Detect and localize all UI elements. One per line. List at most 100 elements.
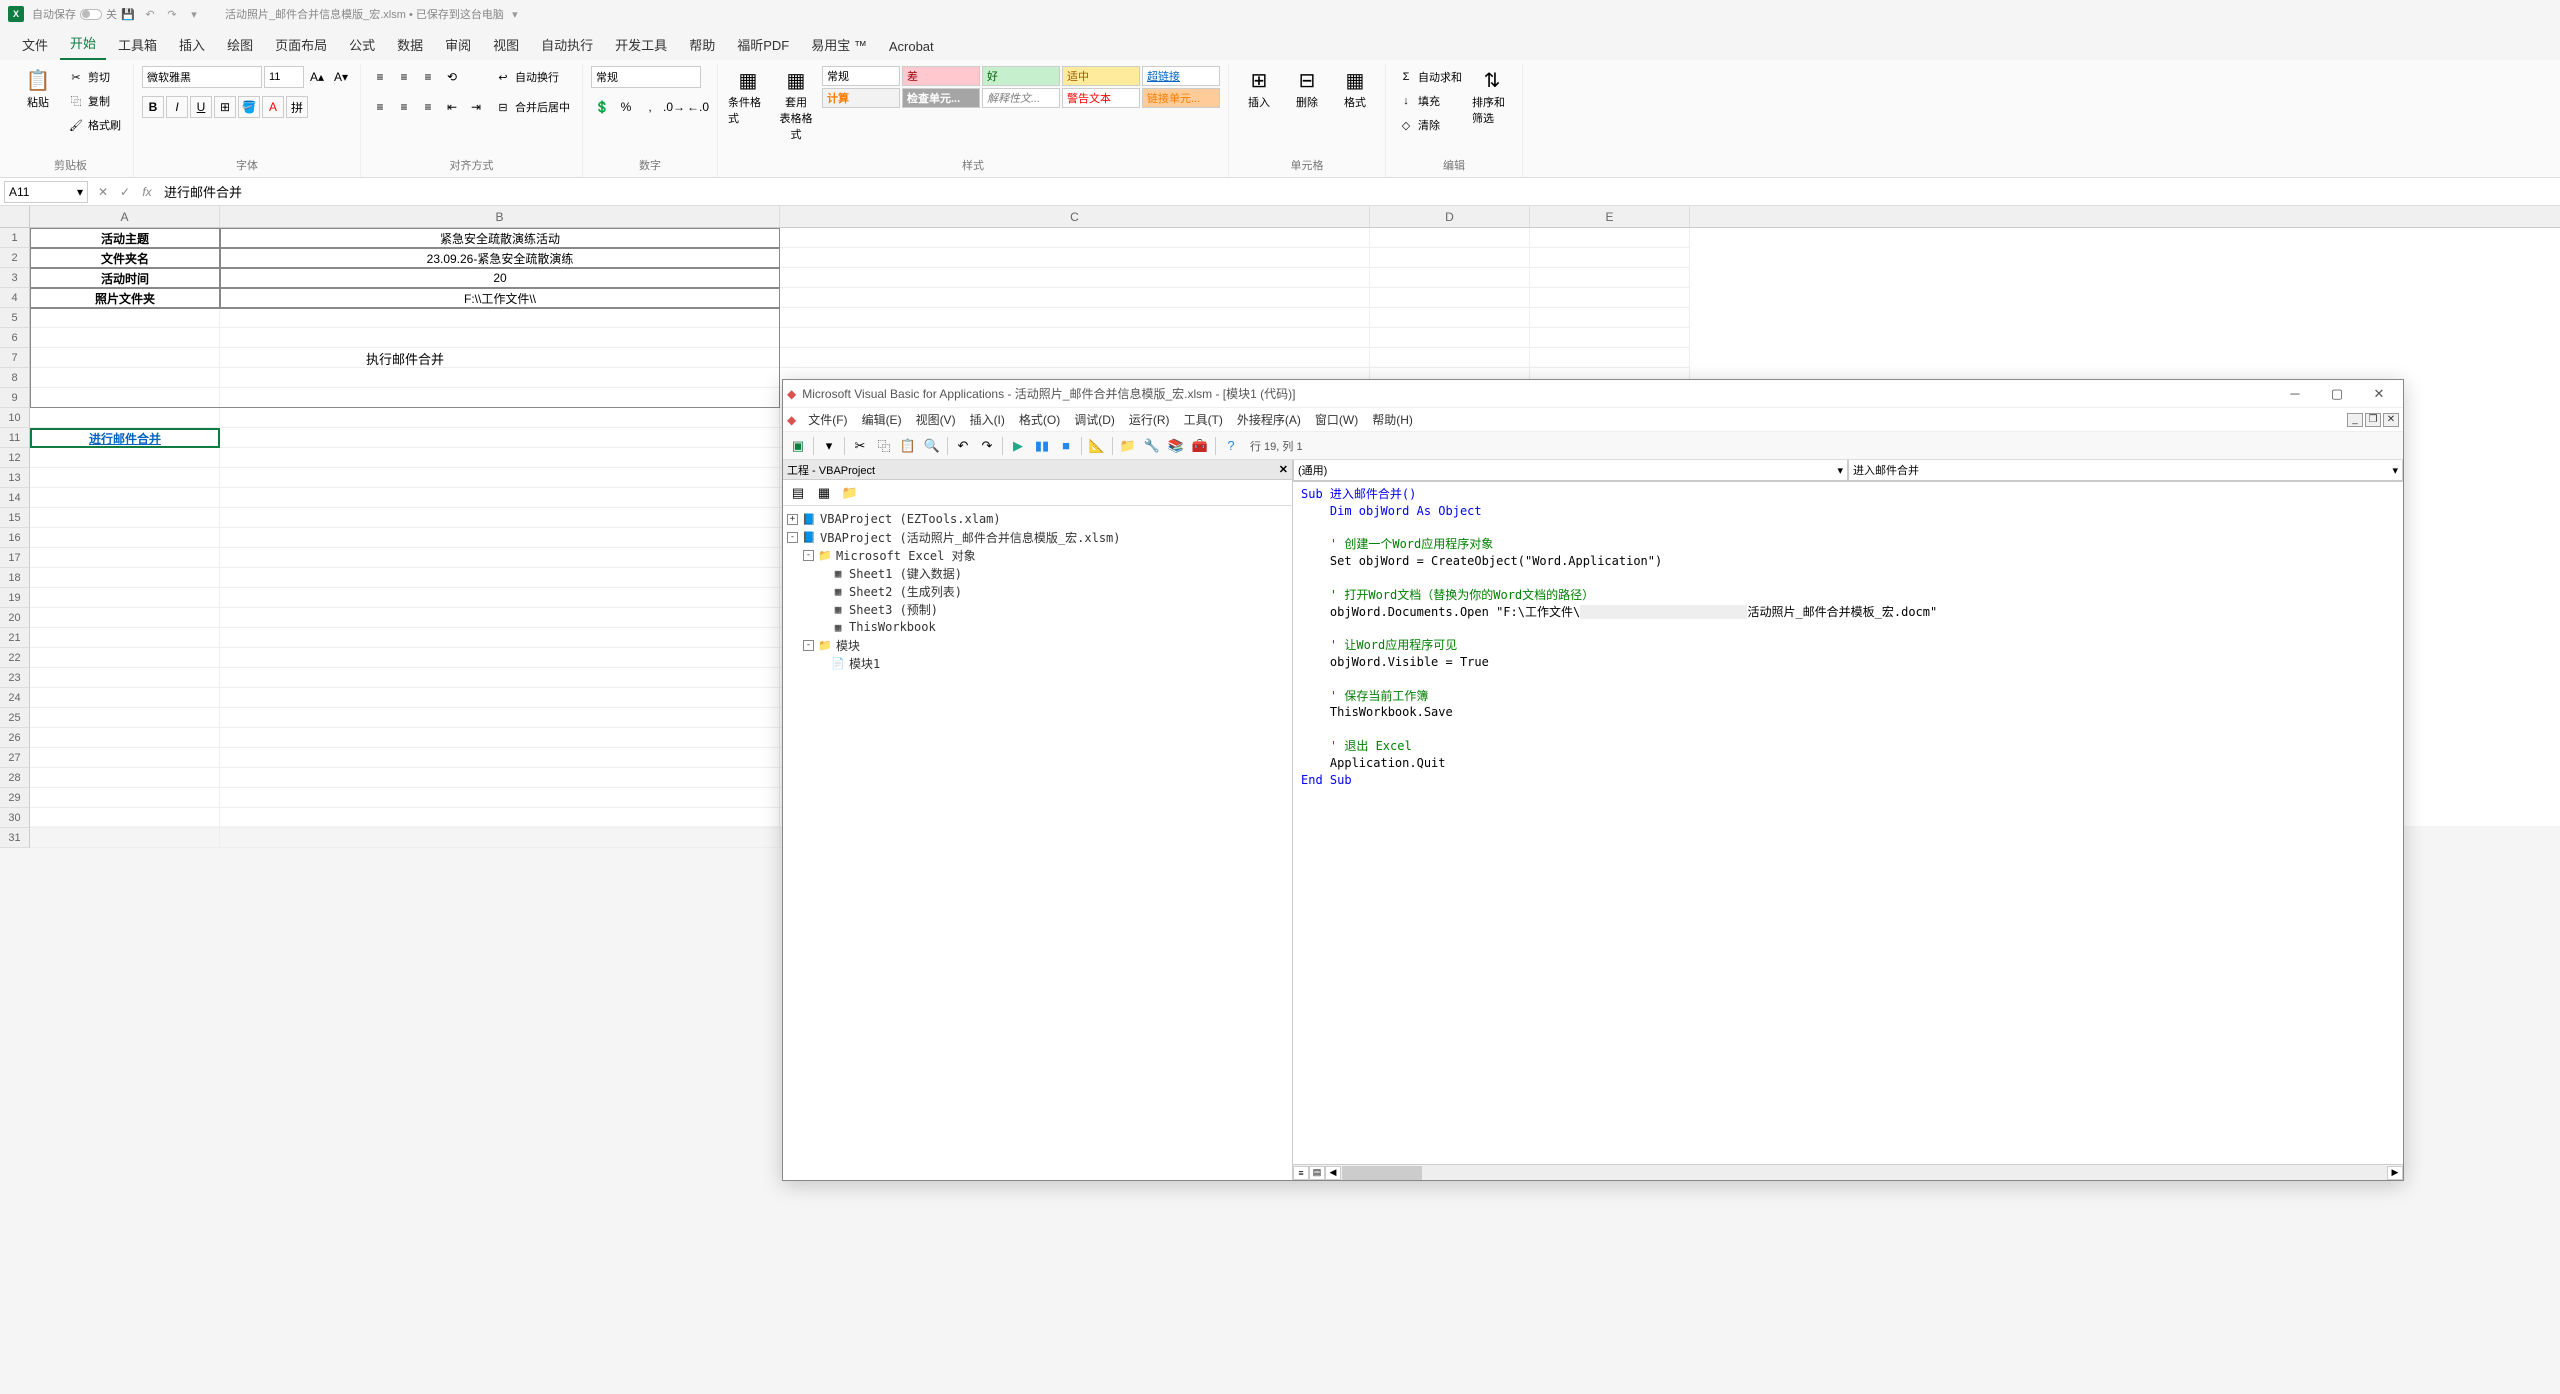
row-header[interactable]: 23 [0,668,30,688]
tab-view[interactable]: 视图 [483,29,529,60]
format-cells-button[interactable]: ▦格式 [1333,66,1377,112]
vbe-procedure-dropdown[interactable]: 进入邮件合并▾ [1848,460,2403,481]
format-table-button[interactable]: ▦套用 表格格式 [774,66,818,144]
cell[interactable] [220,428,780,448]
vbe-menu-run[interactable]: 运行(R) [1123,409,1176,430]
bold-button[interactable]: B [142,96,164,118]
style-warn[interactable]: 警告文本 [1062,88,1140,108]
cell[interactable] [220,588,780,608]
cell[interactable] [30,568,220,588]
cell[interactable] [1370,248,1530,268]
cell[interactable] [220,408,780,428]
cell[interactable] [30,788,220,808]
tab-formulas[interactable]: 公式 [339,29,385,60]
vbe-scroll-right[interactable]: ▶ [2387,1166,2403,1180]
vbe-menu-addins[interactable]: 外接程序(A) [1231,409,1307,430]
cell[interactable] [780,228,1370,248]
vbe-mdi-close[interactable]: ✕ [2383,413,2399,427]
cell[interactable] [220,508,780,528]
row-header[interactable]: 13 [0,468,30,488]
align-right-button[interactable]: ≡ [417,96,439,118]
cell[interactable]: 进行邮件合并 [30,428,220,448]
cell[interactable] [30,528,220,548]
accounting-button[interactable]: 💲 [591,96,613,118]
cell[interactable] [1370,288,1530,308]
copy-button[interactable]: ⿻复制 [64,90,125,112]
tab-home[interactable]: 开始 [60,27,106,60]
border-button[interactable]: ⊞ [214,96,236,118]
vbe-toggle-folders-button[interactable]: 📁 [839,482,861,504]
row-header[interactable]: 4 [0,288,30,308]
vbe-full-view-button[interactable]: ▤ [1309,1166,1325,1180]
vbe-mdi-minimize[interactable]: _ [2347,413,2363,427]
insert-cells-button[interactable]: ⊞插入 [1237,66,1281,112]
tree-item[interactable]: -📁模块 [787,636,1288,654]
row-header[interactable]: 11 [0,428,30,448]
cell[interactable] [780,348,1370,368]
tree-item[interactable]: -📘VBAProject (活动照片_邮件合并信息模版_宏.xlsm) [787,528,1288,546]
tree-item[interactable]: -📁Microsoft Excel 对象 [787,546,1288,564]
cell[interactable] [780,328,1370,348]
row-header[interactable]: 26 [0,728,30,748]
tree-item[interactable]: ▦Sheet2 (生成列表) [787,582,1288,600]
row-header[interactable]: 9 [0,388,30,408]
cell[interactable] [780,248,1370,268]
merge-center-button[interactable]: ⊟合并后居中 [491,96,574,118]
col-header-E[interactable]: E [1530,206,1690,227]
cell[interactable] [780,288,1370,308]
cell[interactable]: 活动时间 [30,268,220,288]
col-header-C[interactable]: C [780,206,1370,227]
cell[interactable] [30,488,220,508]
tree-item[interactable]: ▦Sheet1 (键入数据) [787,564,1288,582]
tab-toolbox[interactable]: 工具箱 [108,29,167,60]
cell-styles-gallery[interactable]: 常规 差 好 适中 超链接 计算 检查单元... 解释性文... 警告文本 链接… [822,66,1220,108]
paste-button[interactable]: 📋 粘贴 [16,66,60,112]
row-header[interactable]: 18 [0,568,30,588]
tab-acrobat[interactable]: Acrobat [879,33,944,60]
row-header[interactable]: 21 [0,628,30,648]
font-size-select[interactable] [264,66,304,88]
qat-dropdown-icon[interactable]: ▾ [186,6,202,22]
formula-input[interactable] [158,181,2560,203]
tab-file[interactable]: 文件 [12,29,58,60]
cell[interactable] [1370,348,1530,368]
cell[interactable] [30,668,220,688]
vbe-menu-window[interactable]: 窗口(W) [1309,409,1364,430]
cell[interactable] [1530,328,1690,348]
row-header[interactable]: 10 [0,408,30,428]
row-header[interactable]: 22 [0,648,30,668]
select-all-button[interactable] [0,206,30,227]
tab-review[interactable]: 审阅 [435,29,481,60]
vbe-scroll-track[interactable] [1342,1166,2386,1180]
vbe-run-button[interactable]: ▶ [1007,435,1029,457]
vbe-excel-button[interactable]: ▣ [787,435,809,457]
row-header[interactable]: 29 [0,788,30,808]
indent-increase-button[interactable]: ⇥ [465,96,487,118]
decrease-decimal-button[interactable]: ←.0 [687,96,709,118]
col-header-A[interactable]: A [30,206,220,227]
cell[interactable] [30,468,220,488]
vbe-break-button[interactable]: ▮▮ [1031,435,1053,457]
cell[interactable] [220,528,780,548]
number-format-select[interactable] [591,66,701,88]
vbe-cut-button[interactable]: ✂ [849,435,871,457]
style-check[interactable]: 检查单元... [902,88,980,108]
delete-cells-button[interactable]: ⊟删除 [1285,66,1329,112]
align-center-button[interactable]: ≡ [393,96,415,118]
orientation-button[interactable]: ⟲ [441,66,463,88]
cell[interactable] [780,268,1370,288]
cell[interactable] [220,708,780,728]
row-header[interactable]: 28 [0,768,30,788]
vbe-menu-edit[interactable]: 编辑(E) [856,409,908,430]
style-bad[interactable]: 差 [902,66,980,86]
cell[interactable] [30,708,220,728]
cancel-formula-button[interactable]: ✕ [92,181,114,203]
row-header[interactable]: 27 [0,748,30,768]
row-header[interactable]: 15 [0,508,30,528]
vbe-maximize-button[interactable]: ▢ [2317,382,2357,406]
cell[interactable] [30,828,220,848]
indent-decrease-button[interactable]: ⇤ [441,96,463,118]
row-header[interactable]: 25 [0,708,30,728]
redo-icon[interactable]: ↷ [164,6,180,22]
autosum-button[interactable]: Σ自动求和 [1394,66,1466,88]
